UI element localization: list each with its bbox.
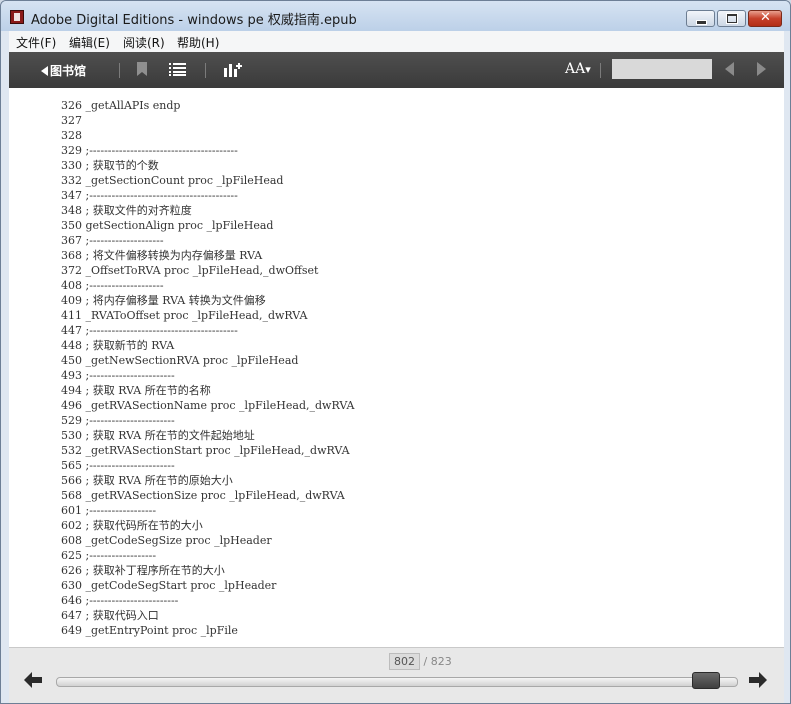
code-line: 532 _getRVASectionStart proc _lpFileHead… [61,444,350,457]
maximize-icon [726,13,738,24]
code-line: 626 ; 获取补丁程序所在节的大小 [61,564,225,577]
close-icon: ✕ [760,10,771,25]
code-line: 347 ;-----------------------------------… [61,189,238,202]
page-slider-handle[interactable] [691,672,720,689]
code-line: 646 ;------------------------ [61,594,179,607]
code-line: 494 ; 获取 RVA 所在节的名称 [61,384,211,397]
code-line: 529 ;----------------------- [61,414,175,427]
library-button[interactable]: 图书馆 [41,62,86,79]
code-line: 448 ; 获取新节的 RVA [61,339,175,352]
arrow-left-icon [24,672,42,688]
menu-bar: 文件(F) 编辑(E) 阅读(R) 帮助(H) [9,31,784,53]
add-bookmark-chart-icon[interactable] [224,61,242,77]
code-listing: 326 _getAllAPIs endp 327 328 329 ;---------… [61,98,354,638]
code-line: 328 [61,129,82,142]
code-line: 372 _OffsetToRVA proc _lpFileHead,_dwOff… [61,264,319,277]
code-line: 493 ;----------------------- [61,369,175,382]
code-line: 450 _getNewSectionRVA proc _lpFileHead [61,354,299,367]
code-line: 602 ; 获取代码所在节的大小 [61,519,203,532]
total-pages: / 823 [423,655,452,668]
app-window: Adobe Digital Editions - windows pe 权威指南… [0,0,791,704]
menu-help[interactable]: 帮助(H) [177,34,219,51]
search-input[interactable] [612,59,712,79]
app-icon[interactable] [10,10,24,24]
page-slider-track[interactable] [56,677,738,687]
bookmark-icon[interactable] [137,62,147,76]
code-line: 447 ;-----------------------------------… [61,324,238,337]
code-line: 368 ; 将文件偏移转换为内存偏移量 RVA [61,249,263,262]
code-line: 608 _getCodeSegSize proc _lpHeader [61,534,272,547]
menu-file[interactable]: 文件(F) [16,34,56,51]
maximize-button[interactable] [717,10,746,27]
next-result-icon[interactable] [757,62,766,76]
code-line: 601 ;------------------ [61,504,157,517]
toolbar-divider [119,63,120,78]
book-page: 326 _getAllAPIs endp 327 328 329 ;---------… [9,88,784,647]
window-title: Adobe Digital Editions - windows pe 权威指南… [31,13,357,28]
code-line: 411 _RVAToOffset proc _lpFileHead,_dwRVA [61,309,308,322]
code-line: 348 ; 获取文件的对齐粒度 [61,204,192,217]
code-line: 350 getSectionAlign proc _lpFileHead [61,219,274,232]
code-line: 530 ; 获取 RVA 所在节的文件起始地址 [61,429,255,442]
back-arrow-icon [41,66,48,76]
code-line: 647 ; 获取代码入口 [61,609,159,622]
code-line: 330 ; 获取节的个数 [61,159,159,172]
menu-read[interactable]: 阅读(R) [123,34,165,51]
arrow-right-icon [749,672,767,688]
minimize-icon [696,20,707,25]
title-bar[interactable]: Adobe Digital Editions - windows pe 权威指南… [1,1,790,31]
table-of-contents-icon[interactable] [169,63,186,76]
close-button[interactable]: ✕ [748,10,782,27]
chevron-down-icon: ▾ [585,63,591,76]
code-line: 568 _getRVASectionSize proc _lpFileHead,… [61,489,345,502]
code-line: 332 _getSectionCount proc _lpFileHead [61,174,284,187]
code-line: 566 ; 获取 RVA 所在节的原始大小 [61,474,233,487]
code-line: 409 ; 将内存偏移量 RVA 转换为文件偏移 [61,294,266,307]
reader-toolbar: 图书馆 AA▾ [9,52,784,88]
page-indicator: 802 / 823 [389,653,452,670]
code-line: 408 ;-------------------- [61,279,164,292]
code-line: 327 [61,114,82,127]
next-page-button[interactable] [749,672,767,692]
code-line: 649 _getEntryPoint proc _lpFile [61,624,238,637]
current-page-field[interactable]: 802 [389,653,420,670]
code-line: 625 ;------------------ [61,549,157,562]
toolbar-divider [205,63,206,78]
code-line: 630 _getCodeSegStart proc _lpHeader [61,579,277,592]
font-size-label: AA [565,61,586,77]
code-line: 565 ;----------------------- [61,459,175,472]
toolbar-divider [600,63,601,78]
library-label: 图书馆 [50,64,87,78]
font-size-button[interactable]: AA▾ [565,61,591,77]
previous-result-icon[interactable] [725,62,734,76]
previous-page-button[interactable] [24,672,42,692]
code-line: 496 _getRVASectionName proc _lpFileHead,… [61,399,355,412]
page-navigation-bar: 802 / 823 [9,647,784,703]
menu-edit[interactable]: 编辑(E) [69,34,110,51]
code-line: 367 ;-------------------- [61,234,164,247]
minimize-button[interactable] [686,10,715,27]
code-line: 329 ;-----------------------------------… [61,144,238,157]
code-line: 326 _getAllAPIs endp [61,99,181,112]
